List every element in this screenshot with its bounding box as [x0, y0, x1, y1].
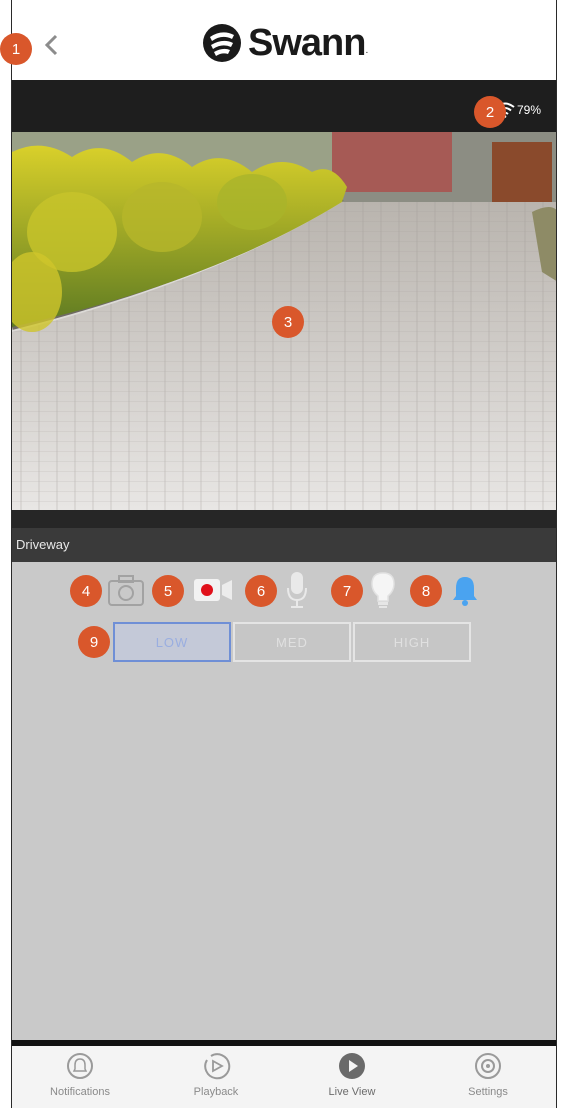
- app-header: Swann .: [12, 0, 556, 80]
- nav-settings[interactable]: Settings: [420, 1046, 556, 1108]
- annotation-badge-7: 7: [331, 575, 363, 607]
- nav-settings-label: Settings: [468, 1086, 508, 1098]
- logo-text: Swann: [248, 21, 366, 64]
- bottom-nav: Notifications Playback Live View Setting…: [12, 1046, 556, 1108]
- bell-circle-icon: [67, 1053, 93, 1079]
- microphone-icon: [287, 572, 307, 608]
- resolution-low-button[interactable]: LOW: [113, 622, 231, 662]
- play-icon: [339, 1053, 365, 1079]
- record-button[interactable]: [190, 566, 234, 614]
- resolution-high-button[interactable]: HIGH: [353, 622, 471, 662]
- annotation-badge-4: 4: [70, 575, 102, 607]
- microphone-button[interactable]: [282, 566, 312, 614]
- annotation-badge-8: 8: [410, 575, 442, 607]
- record-icon: [194, 579, 232, 601]
- logo-mark: .: [365, 45, 369, 56]
- lightbulb-icon: [371, 572, 395, 608]
- nav-playback-label: Playback: [193, 1086, 239, 1098]
- annotation-badge-9: 9: [78, 626, 110, 658]
- annotation-badge-2: 2: [474, 96, 506, 128]
- swann-logo-icon: [203, 24, 241, 62]
- snapshot-button[interactable]: [104, 566, 148, 614]
- camera-icon: [108, 575, 144, 606]
- annotation-badge-3: 3: [272, 306, 304, 338]
- playback-icon: [204, 1053, 231, 1080]
- nav-live-view-label: Live View: [328, 1086, 376, 1098]
- nav-playback[interactable]: Playback: [148, 1046, 284, 1108]
- camera-name: Driveway: [12, 528, 556, 562]
- swann-logo: Swann .: [202, 22, 368, 64]
- bell-icon: [453, 577, 477, 606]
- gear-icon: [475, 1053, 501, 1079]
- back-button[interactable]: [40, 30, 64, 60]
- annotation-badge-1: 1: [0, 33, 32, 65]
- nav-live-view[interactable]: Live View: [284, 1046, 420, 1108]
- signal-text: 79%: [516, 103, 541, 117]
- annotation-badge-5: 5: [152, 575, 184, 607]
- resolution-med-button[interactable]: MED: [233, 622, 351, 662]
- resolution-selector: LOW MED HIGH: [113, 622, 473, 662]
- light-button[interactable]: [368, 566, 398, 614]
- app-frame: Swann . Driveway LOW MED HIGH Notificati…: [11, 0, 557, 1108]
- video-bottom-bar: [12, 510, 556, 528]
- nav-notifications[interactable]: Notifications: [12, 1046, 148, 1108]
- nav-notifications-label: Notifications: [50, 1086, 110, 1098]
- alarm-button[interactable]: [450, 566, 480, 614]
- annotation-badge-6: 6: [245, 575, 277, 607]
- chevron-left-icon: [44, 34, 58, 56]
